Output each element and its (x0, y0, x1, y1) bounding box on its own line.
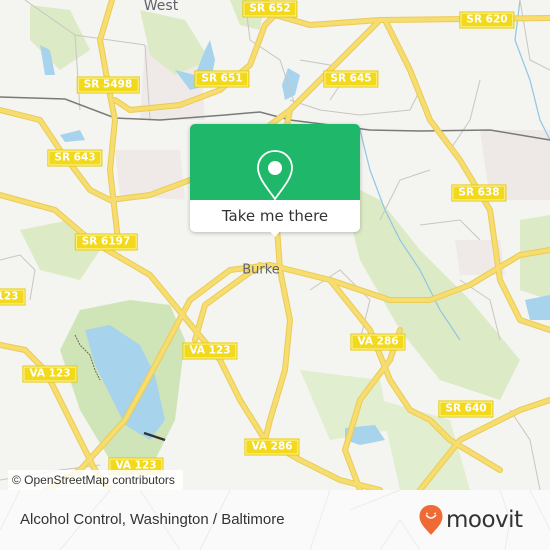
map-attribution[interactable]: © OpenStreetMap contributors (8, 470, 183, 490)
road-shield-sr-652: SR 652 (242, 0, 298, 18)
road-shield-sr-640: SR 640 (438, 400, 494, 418)
road-shield-va-123: VA 123 (22, 365, 78, 383)
park (30, 5, 90, 70)
lake (525, 295, 550, 320)
road-shield-va-123-partial: 123 (0, 288, 26, 306)
place-label-west: West (143, 0, 179, 14)
moovit-wordmark: moovit (446, 507, 523, 533)
park (20, 220, 100, 280)
road-shield-sr-640: VA 286 (350, 333, 406, 351)
location-popup: Take me there (190, 124, 360, 237)
map-canvas[interactable]: West Burke SR 652 SR 620 SR 5498 SR 651 … (0, 0, 550, 490)
road-shield-va-286: VA 123 (182, 342, 238, 360)
road-shield-sr-638: SR 638 (451, 184, 507, 202)
popup-header (190, 124, 360, 201)
road-shield-sr-620: SR 620 (459, 11, 515, 29)
footer-bar: Alcohol Control, Washington / Baltimore … (0, 490, 550, 550)
road-shield-sr-6197: SR 6197 (74, 233, 138, 251)
moovit-pin-icon (419, 505, 443, 535)
park (520, 215, 550, 300)
road-shield-va-286: VA 286 (244, 438, 300, 456)
location-title: Alcohol Control, Washington / Baltimore (20, 511, 285, 528)
location-pin-icon (257, 150, 293, 201)
place-label-burke: Burke (242, 262, 280, 278)
popup-pointer (267, 228, 283, 237)
road-shield-sr-643: SR 643 (47, 149, 103, 167)
road-shield-sr-5498: SR 5498 (76, 76, 140, 94)
road-shield-sr-645: SR 645 (323, 70, 379, 88)
moovit-logo[interactable]: moovit (418, 503, 523, 537)
road-shield-sr-651: SR 651 (194, 70, 250, 88)
lake (60, 130, 85, 142)
